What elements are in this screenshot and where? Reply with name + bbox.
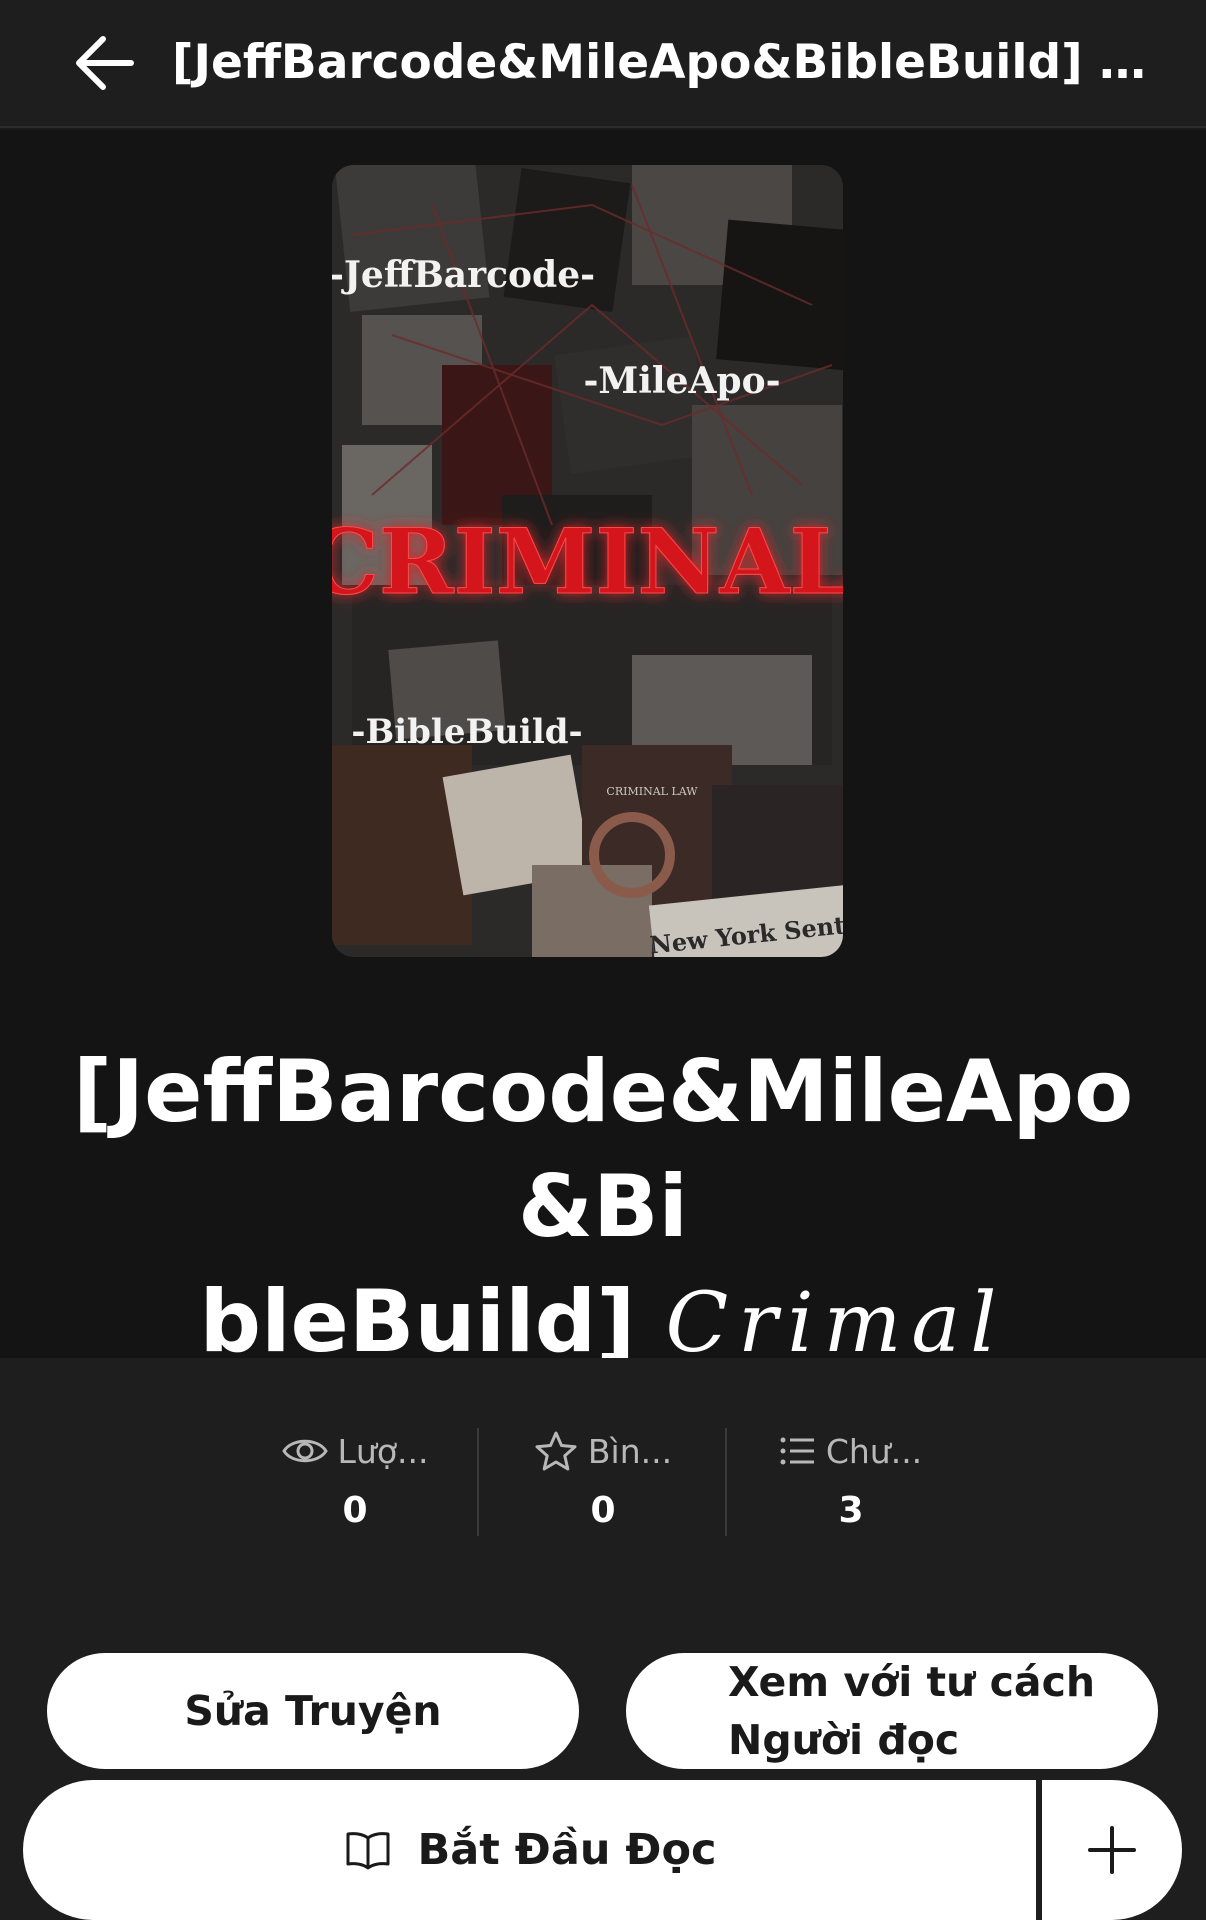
top-bar: [JeffBarcode&MileApo&BibleBuild] Cri... (0, 0, 1206, 128)
cover-name-3: -BibleBuild- (351, 712, 582, 752)
star-icon (535, 1431, 577, 1471)
stat-chapters[interactable]: Chư... 3 (728, 1426, 974, 1546)
stat-divider (477, 1428, 479, 1536)
cover-name-1: -JeffBarcode- (332, 254, 595, 296)
story-title-script: Crimal (665, 1276, 1007, 1371)
view-as-reader-line-1: Xem với tư cách (728, 1658, 1096, 1706)
stat-reads[interactable]: Lượ... 0 (232, 1426, 478, 1546)
cover-name-2: -MileApo- (583, 360, 780, 402)
start-reading-button[interactable]: Bắt Đầu Đọc (23, 1780, 1039, 1920)
stat-votes-value: 0 (590, 1490, 616, 1531)
cover-art: -JeffBarcode- -MileApo- CRIMINAL -BibleB… (332, 165, 843, 957)
stat-reads-label: Lượ... (337, 1431, 429, 1471)
story-cover-image[interactable]: -JeffBarcode- -MileApo- CRIMINAL -BibleB… (332, 165, 843, 957)
view-as-reader-button[interactable]: Xem với tư cách Người đọc (626, 1653, 1158, 1769)
header-title-script: Cri... (1099, 35, 1152, 90)
list-icon (780, 1437, 814, 1465)
stat-reads-value: 0 (342, 1490, 368, 1531)
edit-story-button[interactable]: Sửa Truyện (47, 1653, 579, 1769)
cover-book-text: CRIMINAL LAW (606, 785, 698, 798)
stat-chapters-label: Chư... (825, 1431, 923, 1471)
plus-icon (1088, 1826, 1136, 1874)
stat-chapters-value: 3 (838, 1490, 864, 1531)
eye-icon (281, 1439, 328, 1463)
arrow-left-icon (76, 36, 134, 90)
header-title: [JeffBarcode&MileApo&BibleBuild] Cri... (172, 30, 1152, 96)
cover-headline: CRIMINAL (332, 509, 843, 615)
back-button[interactable] (70, 28, 140, 98)
story-title-line-2-plain: bleBuild] (199, 1272, 636, 1372)
stat-votes-label: Bìn... (587, 1431, 673, 1471)
stat-divider (725, 1428, 727, 1536)
story-title: [JeffBarcode&MileApo&Bi bleBuild] Crimal (40, 1035, 1166, 1381)
view-as-reader-line-2: Người đọc (728, 1716, 960, 1764)
add-to-library-button[interactable] (1042, 1780, 1182, 1920)
story-title-line-1: [JeffBarcode&MileApo&Bi (72, 1042, 1134, 1257)
story-hero: -JeffBarcode- -MileApo- CRIMINAL -BibleB… (0, 130, 1206, 1372)
book-open-icon (346, 1832, 390, 1870)
header-title-main: [JeffBarcode&MileApo&BibleBuild] (172, 35, 1083, 90)
story-stats-panel: Lượ... 0 Bìn... 0 Chư... 3 Sửa Truyện Xe… (0, 1358, 1206, 1920)
start-reading-label: Bắt Đầu Đọc (417, 1825, 717, 1875)
stat-votes[interactable]: Bìn... 0 (480, 1426, 726, 1546)
